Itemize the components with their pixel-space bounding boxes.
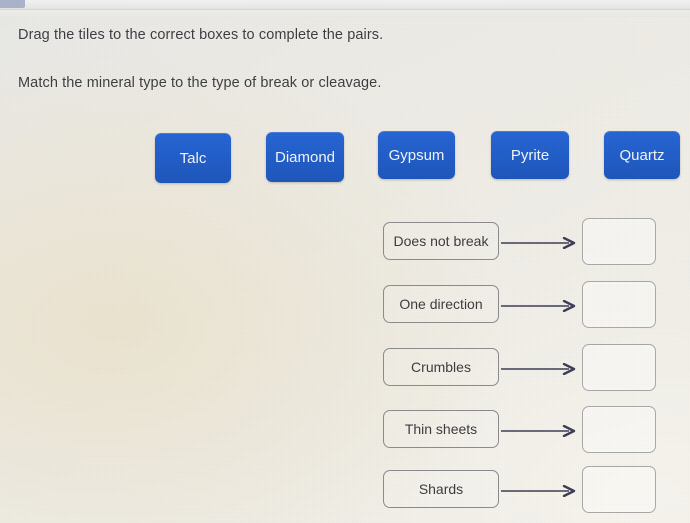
arrow-icon [501, 485, 579, 497]
arrow-icon [501, 363, 579, 375]
tile-gypsum[interactable]: Gypsum [378, 131, 455, 179]
match-label-crumbles: Crumbles [383, 348, 499, 386]
match-row: Shards [383, 466, 658, 513]
instruction-match-prompt: Match the mineral type to the type of br… [18, 75, 382, 91]
tile-pyrite[interactable]: Pyrite [491, 131, 569, 179]
tile-quartz[interactable]: Quartz [604, 131, 680, 179]
match-label-thin-sheets: Thin sheets [383, 410, 499, 448]
arrow-icon [501, 425, 579, 437]
drop-box-shards[interactable] [582, 466, 656, 513]
drop-box-crumbles[interactable] [582, 344, 656, 391]
match-row: One direction [383, 281, 658, 328]
match-label-shards: Shards [383, 470, 499, 508]
drop-box-does-not-break[interactable] [582, 218, 656, 265]
match-row: Does not break [383, 218, 658, 265]
exercise-page: Drag the tiles to the correct boxes to c… [0, 0, 690, 523]
arrow-icon [501, 237, 579, 249]
match-row: Thin sheets [383, 406, 658, 453]
match-label-one-direction: One direction [383, 285, 499, 323]
drop-box-one-direction[interactable] [582, 281, 656, 328]
top-left-tab-marker [0, 0, 25, 8]
header-band [0, 10, 690, 17]
tile-diamond[interactable]: Diamond [266, 132, 344, 182]
arrow-icon [501, 300, 579, 312]
match-row: Crumbles [383, 344, 658, 391]
drop-box-thin-sheets[interactable] [582, 406, 656, 453]
instruction-drag-tiles: Drag the tiles to the correct boxes to c… [18, 27, 384, 43]
top-chrome-strip [0, 0, 690, 9]
tile-talc[interactable]: Talc [155, 133, 231, 183]
match-label-does-not-break: Does not break [383, 222, 499, 260]
